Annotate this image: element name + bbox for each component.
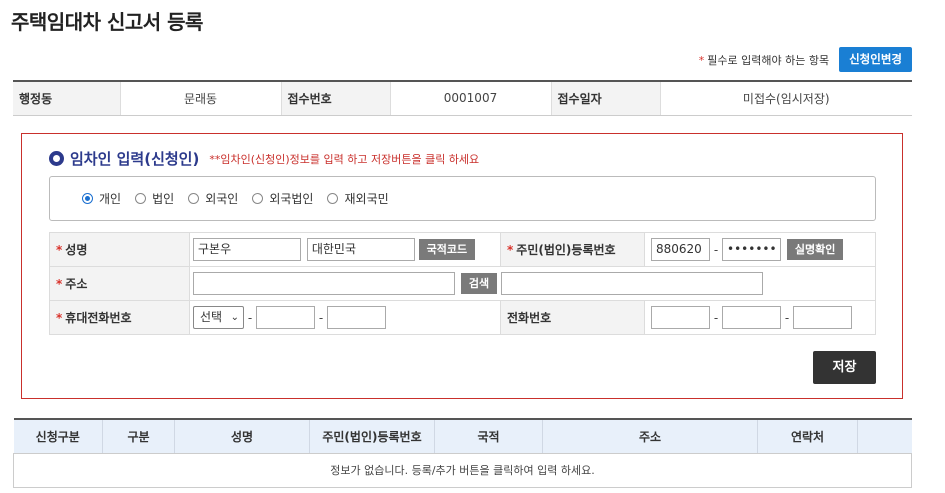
radio-button[interactable] xyxy=(135,193,147,204)
chevron-down-icon: ⌄ xyxy=(230,312,239,323)
column-header: 신청구분 xyxy=(13,419,103,454)
form-row-phone: * 휴대전화번호 선택 ⌄ - - 전화번호 -- xyxy=(49,300,876,335)
mobile-label: 휴대전화번호 xyxy=(65,311,132,325)
idno-back-input[interactable]: ••••••• xyxy=(722,238,781,261)
tenant-input-panel: 임차인 입력(신청인) **임차인(신청인)정보를 입력 하고 저장버튼을 클릭… xyxy=(21,133,903,399)
column-header: 연락처 xyxy=(757,419,858,454)
radio-button[interactable] xyxy=(82,193,93,204)
required-star: * xyxy=(507,243,514,257)
address-input[interactable] xyxy=(193,272,455,295)
radio-label: 재외국민 xyxy=(344,192,389,206)
district-value: 문래동 xyxy=(120,81,282,116)
hint-asterisks: ** xyxy=(209,152,221,166)
dash: - xyxy=(713,242,719,257)
dash: - xyxy=(713,310,719,325)
save-button[interactable]: 저장 xyxy=(813,351,876,384)
receipt-date-label: 접수일자 xyxy=(551,81,661,116)
radio-label: 외국인 xyxy=(205,192,239,206)
empty-message: 정보가 없습니다. 등록/추가 버튼을 클릭하여 입력 하세요. xyxy=(13,453,912,488)
mobile-last-input[interactable] xyxy=(327,306,386,329)
top-actions: * 필수로 입력해야 하는 항목 신청인변경 xyxy=(699,47,912,72)
radio-button[interactable] xyxy=(327,193,339,204)
panel-header: 임차인 입력(신청인) **임차인(신청인)정보를 입력 하고 저장버튼을 클릭… xyxy=(49,148,479,169)
address-label-cell: * 주소 xyxy=(49,266,190,301)
radio-label: 개인 xyxy=(99,192,122,206)
required-star: * xyxy=(56,277,63,291)
radio-foreign-corporation[interactable]: 외국법인 xyxy=(252,190,313,207)
phone-middle-input[interactable] xyxy=(722,306,781,329)
idno-cell: 880620- ••••••• 실명확인 xyxy=(644,232,876,267)
radio-label: 외국법인 xyxy=(269,192,314,206)
radio-label: 법인 xyxy=(152,192,175,206)
name-label: 성명 xyxy=(65,243,88,257)
tenant-type-radio-group: 개인 법인 외국인 외국법인 재외국민 xyxy=(49,176,876,221)
list-header-row: 신청구분 구분 성명 주민(법인)등록번호 국적 주소 연락처 xyxy=(13,419,912,454)
dash: - xyxy=(784,310,790,325)
receipt-date-value: 미접수(임시저장) xyxy=(660,81,912,116)
address-cell: 검색 xyxy=(189,266,876,301)
tenant-form-table: * 성명 구본우 대한민국 국적코드 * 주민(법인)등록번호 880620- •••… xyxy=(49,232,876,335)
dash: - xyxy=(318,310,324,325)
empty-row: 정보가 없습니다. 등록/추가 버튼을 클릭하여 입력 하세요. xyxy=(13,453,912,488)
receipt-no-label: 접수번호 xyxy=(281,81,391,116)
name-input[interactable]: 구본우 xyxy=(193,238,301,261)
radio-button[interactable] xyxy=(188,193,200,204)
receipt-no-value: 0001007 xyxy=(390,81,552,116)
district-label: 행정동 xyxy=(13,81,121,116)
address-search-button[interactable]: 검색 xyxy=(460,273,498,294)
mobile-prefix-value: 선택 xyxy=(200,310,223,324)
receipt-info-row: 행정동 문래동 접수번호 0001007 접수일자 미접수(임시저장) xyxy=(13,81,912,116)
required-note-text: 필수로 입력해야 하는 항목 xyxy=(707,53,830,67)
required-star: * xyxy=(698,53,705,67)
column-header: 국적 xyxy=(434,419,543,454)
form-row-name: * 성명 구본우 대한민국 국적코드 * 주민(법인)등록번호 880620- •••… xyxy=(49,232,876,267)
phone-label: 전화번호 xyxy=(507,311,552,325)
mobile-prefix-select[interactable]: 선택 ⌄ xyxy=(193,306,244,329)
required-star: * xyxy=(56,243,63,257)
circle-bullet-icon xyxy=(49,151,64,166)
required-note: * 필수로 입력해야 하는 항목 xyxy=(699,52,829,68)
panel-hint: **임차인(신청인)정보를 입력 하고 저장버튼을 클릭 하세요 xyxy=(209,151,479,167)
idno-front-input[interactable]: 880620 xyxy=(651,238,710,261)
phone-last-input[interactable] xyxy=(793,306,852,329)
nationality-input[interactable]: 대한민국 xyxy=(306,238,415,261)
change-applicant-button[interactable]: 신청인변경 xyxy=(839,47,912,72)
address-detail-input[interactable] xyxy=(500,272,763,295)
mobile-middle-input[interactable] xyxy=(256,306,315,329)
receipt-info-table: 행정동 문래동 접수번호 0001007 접수일자 미접수(임시저장) xyxy=(13,80,912,116)
mobile-label-cell: * 휴대전화번호 xyxy=(49,300,190,335)
idno-label-cell: * 주민(법인)등록번호 xyxy=(500,232,645,267)
panel-title: 임차인 입력(신청인) xyxy=(70,150,200,168)
radio-foreigner[interactable]: 외국인 xyxy=(188,190,238,207)
address-label: 주소 xyxy=(65,277,88,291)
page-title: 주택임대차 신고서 등록 xyxy=(11,10,203,34)
radio-button[interactable] xyxy=(252,193,264,204)
radio-individual[interactable]: 개인 xyxy=(82,190,121,207)
column-header xyxy=(857,419,912,454)
column-header: 성명 xyxy=(174,419,310,454)
dash: - xyxy=(247,310,253,325)
mobile-cell: 선택 ⌄ - - xyxy=(189,300,501,335)
tenant-list-table: 신청구분 구분 성명 주민(법인)등록번호 국적 주소 연락처 정보가 없습니다… xyxy=(13,418,912,488)
verify-name-button[interactable]: 실명확인 xyxy=(786,239,844,260)
form-row-address: * 주소 검색 xyxy=(49,266,876,301)
phone-area-input[interactable] xyxy=(651,306,710,329)
radio-overseas-korean[interactable]: 재외국민 xyxy=(327,190,389,207)
required-star: * xyxy=(56,311,63,325)
column-header: 주소 xyxy=(542,419,758,454)
column-header: 구분 xyxy=(102,419,175,454)
phone-cell: -- xyxy=(644,300,876,335)
hint-text: 임차인(신청인)정보를 입력 하고 저장버튼을 클릭 하세요 xyxy=(220,152,480,166)
idno-label: 주민(법인)등록번호 xyxy=(516,243,616,257)
name-cell: 구본우 대한민국 국적코드 xyxy=(189,232,501,267)
nationality-code-button[interactable]: 국적코드 xyxy=(418,239,476,260)
radio-corporation[interactable]: 법인 xyxy=(135,190,174,207)
name-label-cell: * 성명 xyxy=(49,232,190,267)
column-header: 주민(법인)등록번호 xyxy=(309,419,435,454)
phone-label-cell: 전화번호 xyxy=(500,300,645,335)
